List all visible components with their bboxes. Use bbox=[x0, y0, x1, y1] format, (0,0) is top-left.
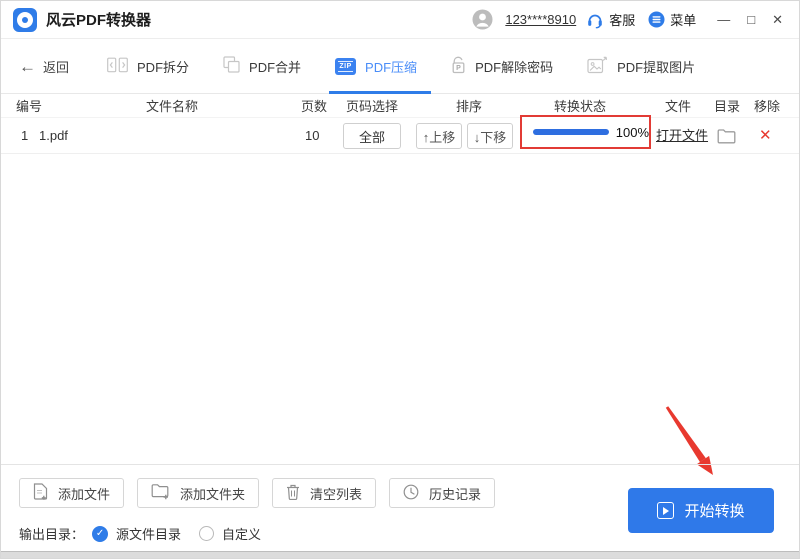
file-plus-icon bbox=[33, 483, 48, 503]
history-button[interactable]: 历史记录 bbox=[389, 478, 496, 508]
unlock-icon: P bbox=[451, 56, 466, 77]
user-avatar[interactable] bbox=[472, 9, 493, 30]
row-index: 1 bbox=[21, 128, 29, 143]
move-down-button[interactable]: ↓下移 bbox=[467, 123, 513, 149]
zip-icon: ZIP bbox=[335, 57, 357, 75]
menu-icon[interactable] bbox=[648, 11, 665, 28]
col-header-file: 文件 bbox=[665, 99, 692, 114]
back-button[interactable]: ← 返回 bbox=[19, 57, 69, 76]
window-bottom-edge bbox=[1, 551, 799, 558]
row-filename: 1.pdf bbox=[39, 128, 68, 143]
col-header-dir: 目录 bbox=[714, 99, 741, 114]
remove-row-icon[interactable]: ✕ bbox=[759, 119, 772, 153]
table-header: 编号 文件名称 页数 页码选择 排序 转换状态 文件 目录 移除 bbox=[1, 96, 799, 118]
customer-service-icon[interactable] bbox=[586, 11, 604, 29]
tab-pdf-remove-password[interactable]: P PDF解除密码 bbox=[449, 39, 555, 93]
col-header-status: 转换状态 bbox=[554, 99, 607, 114]
add-file-button[interactable]: 添加文件 bbox=[19, 478, 125, 508]
header-divider bbox=[1, 117, 799, 118]
split-icon bbox=[107, 57, 128, 76]
table-row: 1 1.pdf 10 全部 ↑上移 ↓下移 打开文件 ✕ bbox=[1, 119, 799, 153]
tab-pdf-compress[interactable]: ZIP PDF压缩 bbox=[329, 39, 432, 94]
start-convert-button[interactable]: 开始转换 bbox=[628, 488, 774, 533]
account-link[interactable]: 123****8910 bbox=[505, 12, 576, 27]
annotation-arrow bbox=[665, 406, 713, 475]
tab-label: PDF压缩 bbox=[365, 59, 418, 75]
radio-custom-unchecked[interactable] bbox=[199, 526, 215, 541]
title-bar: 风云PDF转换器 123****8910 客服 菜单 — □ ✕ bbox=[1, 1, 799, 39]
col-header-sort: 排序 bbox=[456, 99, 483, 114]
tab-label: PDF拆分 bbox=[137, 59, 190, 75]
button-label: 添加文件夹 bbox=[180, 486, 246, 502]
toolbar: ← 返回 PDF拆分 PDF合并 ZIP PDF压缩 P PDF解除密码 PDF… bbox=[1, 39, 799, 94]
custom-option-label[interactable]: 自定义 bbox=[222, 524, 261, 543]
status-highlight-box: 100% bbox=[520, 115, 651, 149]
trash-icon bbox=[286, 484, 300, 503]
lock-letter: P bbox=[456, 65, 461, 72]
tab-pdf-merge[interactable]: PDF合并 bbox=[221, 39, 303, 93]
tab-label: PDF解除密码 bbox=[475, 59, 554, 75]
page-select-button[interactable]: 全部 bbox=[343, 123, 401, 149]
col-header-filename: 文件名称 bbox=[146, 99, 199, 114]
radio-source-dir-checked[interactable]: ✓ bbox=[92, 525, 109, 542]
col-header-index: 编号 bbox=[16, 99, 43, 114]
image-extract-icon bbox=[587, 56, 608, 77]
tab-pdf-split[interactable]: PDF拆分 bbox=[105, 39, 191, 93]
footer-buttons: 添加文件 添加文件夹 清空列表 历史记录 bbox=[19, 478, 496, 508]
open-folder-icon[interactable] bbox=[717, 128, 736, 147]
history-clock-icon bbox=[403, 484, 419, 503]
output-directory-row: 输出目录： ✓ 源文件目录 自定义 bbox=[19, 524, 271, 543]
tab-label: PDF合并 bbox=[249, 59, 302, 75]
source-dir-option-label[interactable]: 源文件目录 bbox=[116, 524, 181, 543]
minimize-button[interactable]: — bbox=[717, 13, 730, 26]
button-label: 清空列表 bbox=[310, 486, 363, 502]
footer-divider bbox=[1, 464, 799, 465]
col-header-remove: 移除 bbox=[754, 99, 781, 114]
back-arrow-icon: ← bbox=[19, 56, 36, 76]
folder-plus-icon bbox=[151, 483, 170, 503]
customer-service-label[interactable]: 客服 bbox=[609, 10, 635, 29]
start-button-label: 开始转换 bbox=[684, 503, 745, 520]
add-folder-button[interactable]: 添加文件夹 bbox=[137, 478, 260, 508]
tab-pdf-extract-images[interactable]: PDF提取图片 bbox=[585, 39, 697, 93]
button-label: 添加文件 bbox=[58, 486, 111, 502]
progress-percent: 100% bbox=[615, 124, 649, 140]
row-divider bbox=[1, 153, 799, 154]
tab-label: PDF提取图片 bbox=[617, 59, 696, 75]
maximize-button[interactable]: □ bbox=[747, 13, 755, 26]
button-label: 历史记录 bbox=[429, 486, 482, 502]
menu-label[interactable]: 菜单 bbox=[670, 10, 696, 29]
back-label: 返回 bbox=[43, 59, 70, 75]
col-header-pageselect: 页码选择 bbox=[346, 99, 399, 114]
app-window: 风云PDF转换器 123****8910 客服 菜单 — □ ✕ ← 返回 PD… bbox=[0, 0, 800, 559]
col-header-pages: 页数 bbox=[301, 99, 328, 114]
clear-list-button[interactable]: 清空列表 bbox=[272, 478, 377, 508]
close-button[interactable]: ✕ bbox=[772, 13, 783, 26]
play-icon bbox=[657, 502, 675, 519]
titlebar-right: 123****8910 客服 菜单 — □ ✕ bbox=[472, 9, 783, 30]
row-pages: 10 bbox=[305, 128, 320, 143]
app-logo-icon bbox=[13, 7, 37, 32]
output-dir-label: 输出目录： bbox=[19, 527, 85, 542]
progress-bar bbox=[533, 129, 609, 135]
app-title: 风云PDF转换器 bbox=[46, 12, 152, 29]
move-up-button[interactable]: ↑上移 bbox=[416, 123, 462, 149]
open-file-link[interactable]: 打开文件 bbox=[656, 119, 708, 153]
merge-icon bbox=[223, 56, 240, 76]
